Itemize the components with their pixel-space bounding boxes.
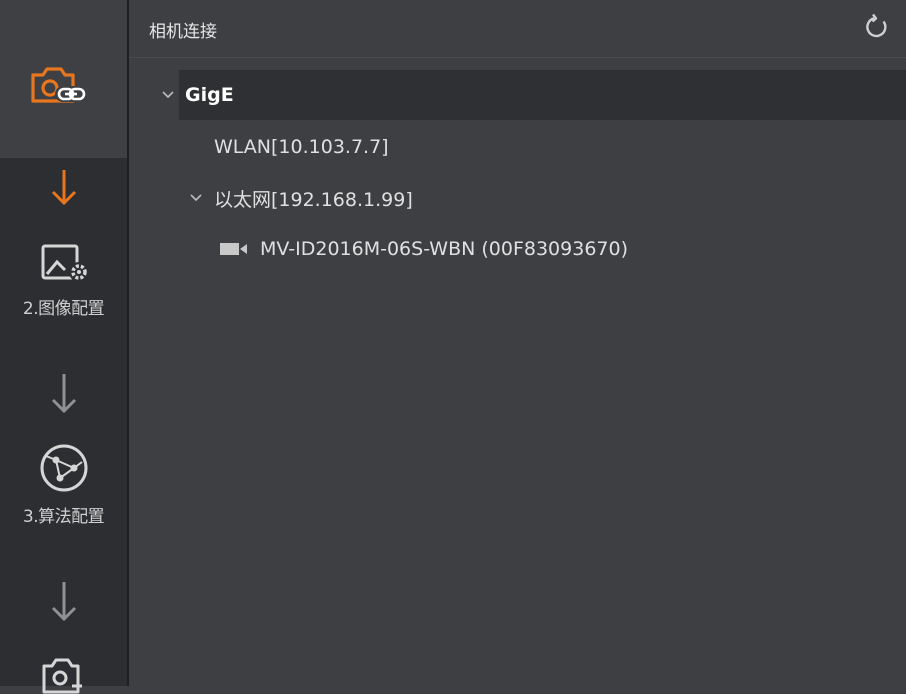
- refresh-button[interactable]: [862, 12, 892, 42]
- step-label: 2.图像配置: [22, 299, 105, 319]
- step-sidebar: 2.图像配置 3.算法配置: [0, 0, 127, 694]
- down-arrow-icon: [0, 580, 127, 624]
- step-label: 3.算法配置: [22, 507, 105, 527]
- refresh-icon: [866, 13, 887, 38]
- step-algorithm-config[interactable]: 3.算法配置: [0, 440, 127, 540]
- chevron-down-icon[interactable]: [189, 194, 203, 202]
- panel-header: 相机连接: [129, 0, 906, 58]
- step-camera-export[interactable]: [0, 650, 127, 694]
- down-arrow-icon: [0, 168, 127, 208]
- step-camera-connect[interactable]: [0, 0, 127, 158]
- camera-connection-panel: 相机连接 GigE WLAN[10.103.7.7] 以太网[192.168.1…: [129, 0, 906, 686]
- tree-node-device[interactable]: MV-ID2016M-06S-WBN (00F83093670): [129, 224, 906, 274]
- camera-link-icon: [27, 63, 93, 113]
- tree-node-gige[interactable]: GigE: [162, 70, 906, 120]
- camera-export-icon: [0, 654, 127, 694]
- tree-node-label: GigE: [185, 84, 234, 106]
- step-image-config[interactable]: 2.图像配置: [0, 230, 127, 330]
- tree-node-wlan[interactable]: WLAN[10.103.7.7]: [129, 122, 906, 172]
- down-arrow-icon: [0, 372, 127, 416]
- chevron-down-icon[interactable]: [157, 91, 179, 99]
- tree-node-label: MV-ID2016M-06S-WBN (00F83093670): [260, 238, 629, 260]
- image-settings-icon: [0, 240, 127, 284]
- panel-title: 相机连接: [149, 22, 217, 42]
- tree-node-label: WLAN[10.103.7.7]: [214, 136, 389, 158]
- tree-node-label: 以太网[192.168.1.99]: [214, 188, 413, 211]
- tree-node-ethernet[interactable]: 以太网[192.168.1.99]: [129, 173, 906, 223]
- algorithm-network-icon: [0, 442, 127, 494]
- camera-device-icon: [220, 242, 248, 256]
